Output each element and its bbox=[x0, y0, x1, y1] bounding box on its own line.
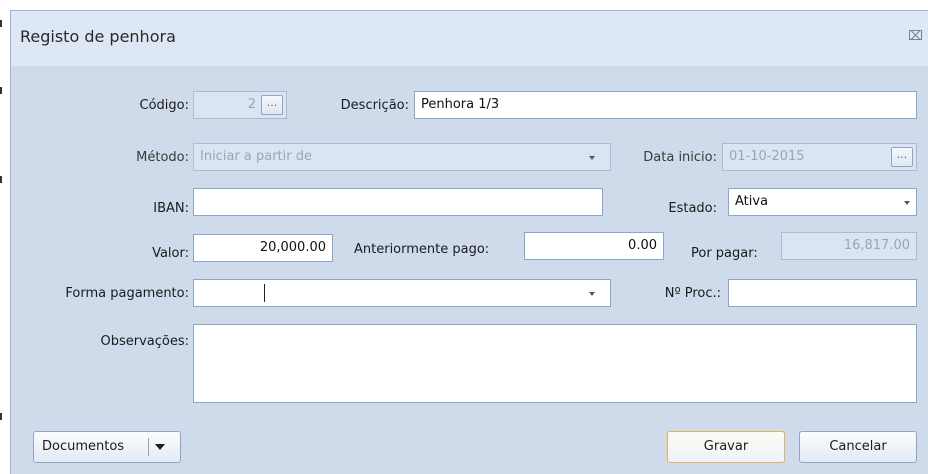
n-proc-input[interactable] bbox=[728, 279, 917, 307]
chevron-down-icon bbox=[589, 292, 595, 296]
estado-label: Estado: bbox=[668, 201, 717, 216]
split-separator bbox=[148, 438, 149, 456]
codigo-browse-button[interactable]: ... bbox=[261, 95, 283, 115]
descricao-value: Penhora 1/3 bbox=[421, 97, 500, 112]
por-pagar-label: Por pagar: bbox=[691, 246, 758, 261]
metodo-select: Iniciar a partir de bbox=[193, 143, 611, 171]
iban-label: IBAN: bbox=[153, 201, 189, 216]
data-inicio-label: Data inicio: bbox=[643, 150, 717, 165]
valor-label: Valor: bbox=[152, 246, 189, 261]
n-proc-label: Nº Proc.: bbox=[664, 286, 721, 301]
edge-mark bbox=[0, 176, 2, 183]
anteriormente-pago-input[interactable]: 0.00 bbox=[524, 232, 664, 260]
cancelar-button[interactable]: Cancelar bbox=[799, 431, 917, 463]
observacoes-label: Observações: bbox=[100, 334, 189, 349]
por-pagar-field: 16,817.00 bbox=[781, 232, 917, 260]
chevron-down-icon bbox=[904, 201, 910, 205]
por-pagar-value: 16,817.00 bbox=[843, 238, 910, 253]
edge-mark bbox=[0, 20, 2, 27]
registo-penhora-dialog: Registo de penhora ⌧ Código: 2 ... Descr… bbox=[10, 10, 928, 474]
text-cursor bbox=[264, 284, 265, 302]
edge-mark bbox=[0, 87, 2, 94]
window-title: Registo de penhora bbox=[20, 27, 176, 46]
iban-input[interactable] bbox=[193, 188, 603, 216]
valor-value: 20,000.00 bbox=[259, 240, 326, 255]
edge-mark bbox=[0, 413, 2, 420]
metodo-value: Iniciar a partir de bbox=[200, 149, 312, 164]
data-inicio-field: 01-10-2015 bbox=[722, 143, 917, 171]
forma-pagamento-select[interactable] bbox=[193, 279, 611, 307]
valor-input[interactable]: 20,000.00 bbox=[193, 234, 333, 262]
documentos-label: Documentos bbox=[42, 439, 125, 454]
anteriormente-pago-value: 0.00 bbox=[628, 238, 657, 253]
estado-select[interactable]: Ativa bbox=[728, 188, 917, 216]
forma-pagamento-label: Forma pagamento: bbox=[65, 286, 189, 301]
estado-value: Ativa bbox=[735, 194, 769, 209]
dropdown-arrow-icon[interactable] bbox=[155, 444, 165, 450]
gravar-button[interactable]: Gravar bbox=[667, 431, 785, 463]
metodo-label: Método: bbox=[136, 150, 189, 165]
codigo-label: Código: bbox=[139, 98, 189, 113]
observacoes-textarea[interactable] bbox=[193, 324, 917, 403]
close-icon[interactable]: ⌧ bbox=[908, 30, 923, 44]
descricao-label: Descrição: bbox=[340, 98, 409, 113]
codigo-value: 2 bbox=[247, 97, 256, 112]
anteriormente-pago-label: Anteriormente pago: bbox=[354, 242, 490, 257]
chevron-down-icon bbox=[589, 156, 595, 160]
title-bar: Registo de penhora ⌧ bbox=[11, 11, 928, 66]
documentos-split-button[interactable]: Documentos bbox=[33, 431, 181, 463]
data-inicio-browse-button[interactable]: ... bbox=[891, 147, 913, 167]
descricao-input[interactable]: Penhora 1/3 bbox=[414, 91, 917, 119]
data-inicio-value: 01-10-2015 bbox=[729, 149, 805, 164]
